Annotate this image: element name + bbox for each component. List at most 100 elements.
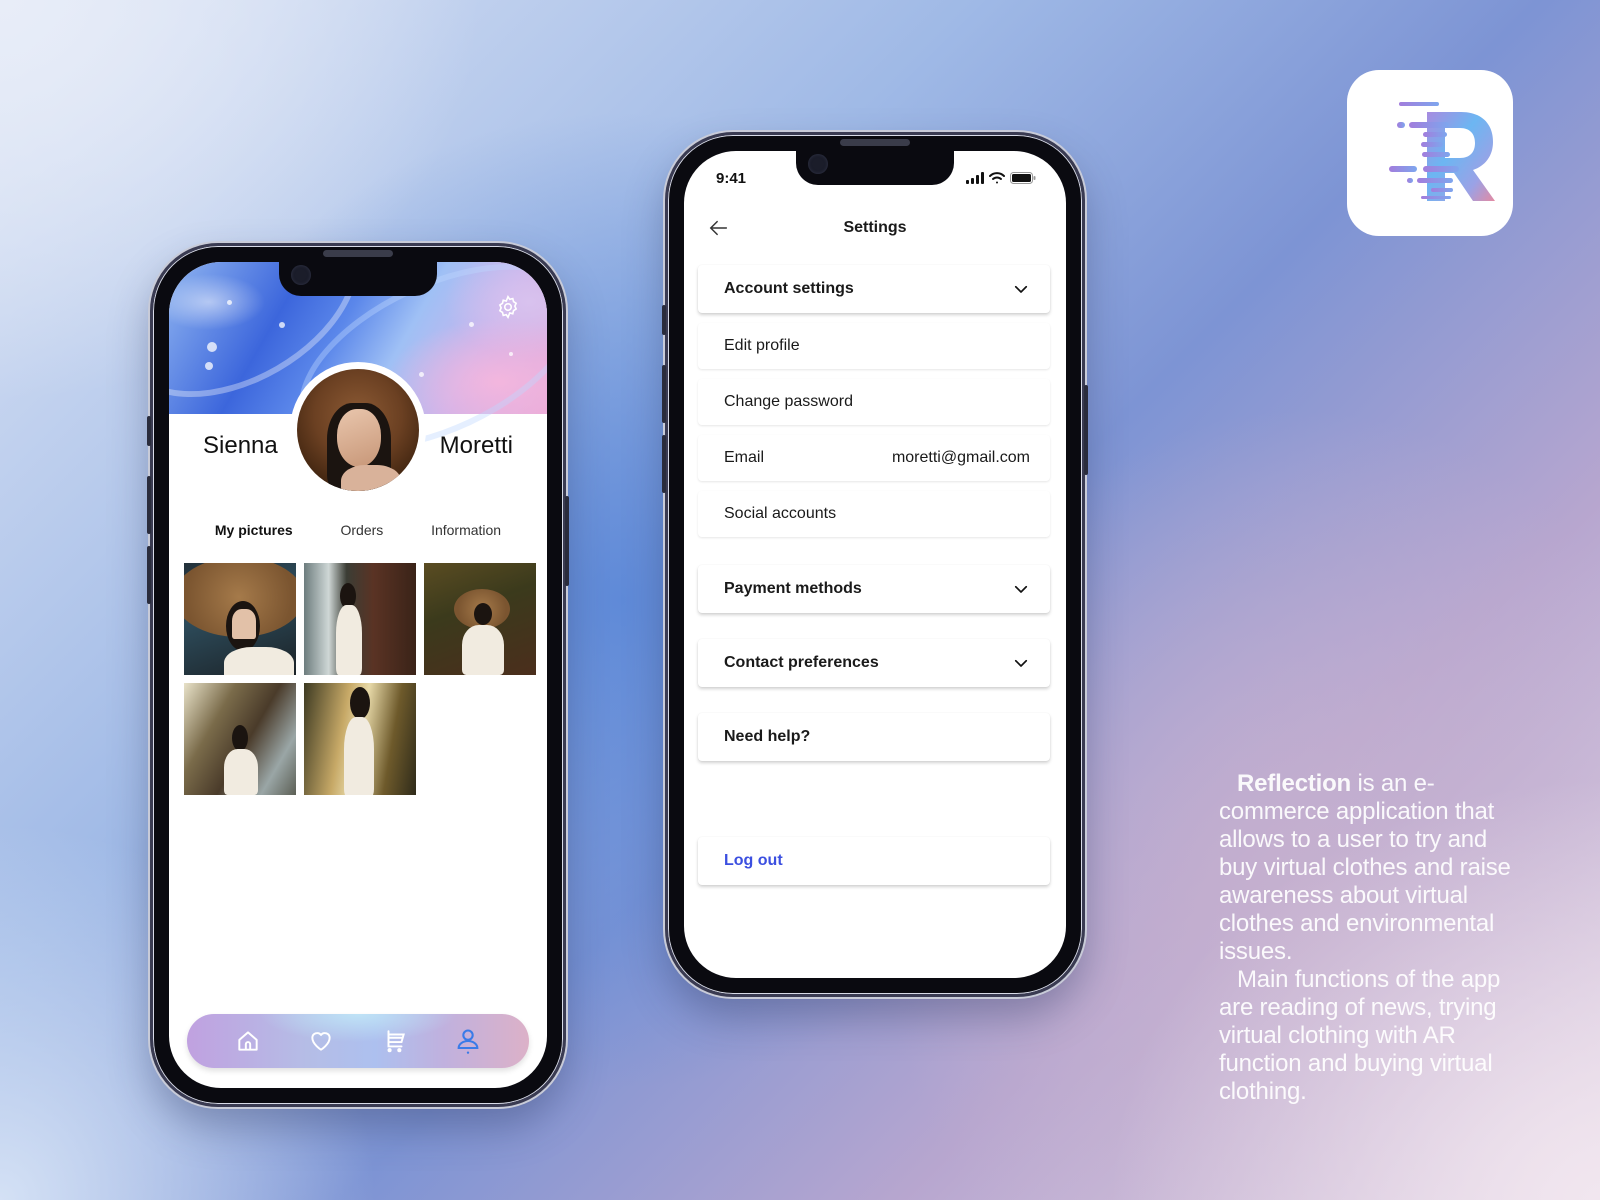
gallery-photo[interactable] — [184, 683, 296, 795]
payment-methods-section[interactable]: Payment methods — [698, 565, 1050, 613]
phone-side-button — [565, 496, 569, 586]
chevron-down-icon — [1014, 659, 1028, 667]
photo-figure-body — [462, 625, 504, 675]
first-name: Sienna — [203, 432, 278, 459]
reflection-logo-icon — [1389, 102, 1495, 201]
settings-phone-mockup: 9:41 Settings Account settings Edit prof… — [662, 132, 1088, 997]
gallery-photo[interactable] — [184, 563, 296, 675]
notch — [796, 151, 954, 185]
email-value: moretti@gmail.com — [891, 449, 1030, 466]
photo-figure-face — [232, 609, 256, 639]
cover-bubble — [509, 352, 513, 356]
cover-bubble — [207, 342, 217, 352]
phone-side-button — [662, 305, 666, 335]
chevron-down-icon — [1014, 285, 1028, 293]
front-camera — [291, 265, 311, 285]
heart-icon — [311, 1032, 331, 1051]
avatar-container — [290, 362, 426, 498]
nav-favorites-button[interactable] — [304, 1024, 338, 1058]
gallery-photo[interactable] — [424, 563, 536, 675]
cover-bubble — [205, 362, 213, 370]
last-name: Moretti — [439, 432, 513, 459]
battery-icon — [1010, 172, 1036, 184]
section-label: Account settings — [724, 280, 854, 297]
account-settings-section[interactable]: Account settings — [698, 265, 1050, 313]
cart-icon — [387, 1030, 405, 1053]
gallery-photo[interactable] — [304, 563, 416, 675]
app-description: Reflection is an e-commerce application … — [1219, 770, 1519, 1106]
profile-phone-mockup: Sienna Moretti My pictures Orders Inform… — [147, 243, 569, 1107]
description-text: is an e-commerce application that allows… — [1219, 770, 1511, 965]
page-title: Settings — [843, 219, 907, 236]
phone-side-button — [662, 365, 666, 423]
settings-screen: 9:41 Settings Account settings Edit prof… — [684, 151, 1066, 978]
photo-gallery — [184, 563, 536, 795]
photo-figure-body — [224, 647, 294, 675]
front-camera — [808, 154, 828, 174]
phone-side-button — [662, 435, 666, 493]
photo-figure-head — [232, 725, 248, 751]
tab-my-pictures[interactable]: My pictures — [209, 518, 299, 542]
profile-screen: Sienna Moretti My pictures Orders Inform… — [169, 262, 547, 1088]
status-icons — [966, 172, 1036, 184]
need-help-item[interactable]: Need help? — [698, 713, 1050, 761]
wifi-icon — [989, 172, 1005, 184]
section-label: Contact preferences — [724, 654, 879, 671]
bottom-navigation — [187, 1014, 529, 1068]
chevron-down-icon — [1014, 585, 1028, 593]
item-label: Edit profile — [724, 337, 800, 354]
avatar-body — [341, 465, 401, 491]
contact-preferences-section[interactable]: Contact preferences — [698, 639, 1050, 687]
description-paragraph: Main functions of the app are reading of… — [1219, 966, 1501, 1105]
avatar[interactable] — [297, 369, 419, 491]
gear-icon — [498, 294, 518, 320]
logout-label: Log out — [724, 852, 783, 869]
phone-side-button — [1084, 385, 1088, 475]
settings-header: Settings — [684, 209, 1066, 249]
item-label: Social accounts — [724, 505, 837, 522]
cover-bubble — [419, 372, 424, 377]
social-accounts-item[interactable]: Social accounts — [698, 491, 1050, 537]
cover-bubble — [469, 322, 474, 327]
photo-figure-head — [474, 603, 492, 625]
photo-figure-head — [350, 687, 370, 719]
app-logo — [1347, 70, 1513, 236]
profile-tabs: My pictures Orders Information — [169, 518, 547, 542]
photo-figure-body — [344, 717, 374, 795]
brand-name: Reflection — [1237, 770, 1352, 797]
tab-information[interactable]: Information — [425, 518, 507, 542]
item-label: Change password — [724, 393, 853, 410]
nav-cart-button[interactable] — [378, 1024, 412, 1058]
user-icon — [457, 1029, 479, 1054]
email-item[interactable]: Email moretti@gmail.com — [698, 435, 1050, 481]
settings-list: Account settings Edit profile Change pas… — [698, 265, 1050, 895]
section-label: Need help? — [724, 728, 811, 745]
home-icon — [238, 1031, 258, 1051]
logout-button[interactable]: Log out — [698, 837, 1050, 885]
item-label: Email — [724, 449, 765, 466]
photo-figure-body — [336, 605, 362, 675]
section-label: Payment methods — [724, 580, 862, 597]
description-paragraph: Reflection is an e-commerce application … — [1219, 770, 1519, 966]
edit-profile-item[interactable]: Edit profile — [698, 323, 1050, 369]
nav-home-button[interactable] — [231, 1024, 265, 1058]
status-time: 9:41 — [716, 169, 747, 187]
tab-orders[interactable]: Orders — [334, 518, 389, 542]
notch — [279, 262, 437, 296]
phone-speaker — [323, 250, 393, 257]
photo-figure-body — [224, 749, 258, 795]
gallery-photo[interactable] — [304, 683, 416, 795]
settings-gear-button[interactable] — [495, 294, 521, 320]
avatar-face — [337, 409, 381, 467]
cover-bubble — [279, 322, 285, 328]
nav-profile-button[interactable] — [451, 1024, 485, 1058]
phone-side-button — [147, 416, 151, 446]
phone-side-button — [147, 476, 151, 534]
cover-bubble — [227, 300, 232, 305]
phone-speaker — [840, 139, 910, 146]
change-password-item[interactable]: Change password — [698, 379, 1050, 425]
